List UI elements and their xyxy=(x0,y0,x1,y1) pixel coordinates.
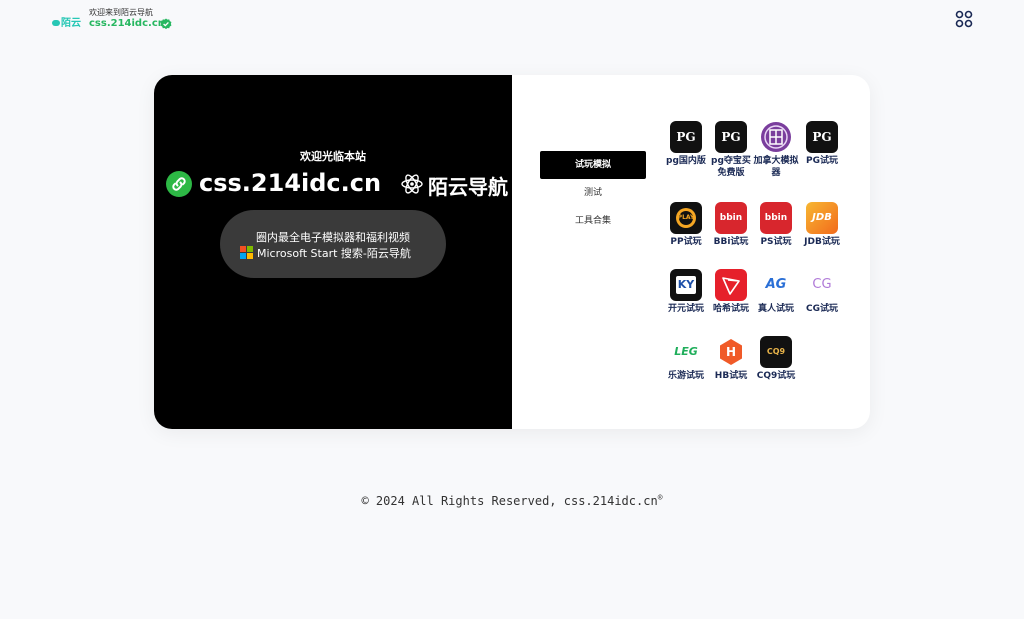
app-label: PP试玩 xyxy=(670,237,702,247)
welcome-text: 欢迎来到陌云导航 xyxy=(89,8,153,17)
app-jdb-trial[interactable]: JDB JDB试玩 xyxy=(799,202,845,248)
ky-icon: KY xyxy=(670,269,702,301)
app-label: 真人试玩 xyxy=(757,304,794,314)
hb-icon: H xyxy=(715,336,747,368)
pg-logo-icon: PG xyxy=(806,121,838,153)
copyright-text: © 2024 All Rights Reserved, css.214idc.c… xyxy=(361,494,658,508)
leg-icon: LEG xyxy=(670,336,702,368)
app-pg-trial[interactable]: PG PG试玩 xyxy=(799,121,845,167)
app-label: pg夺宝买免费版 xyxy=(711,156,751,178)
app-leyou-trial[interactable]: LEG 乐游试玩 xyxy=(663,336,709,382)
app-hash-trial[interactable]: 哈希试玩 xyxy=(708,269,754,315)
app-label: CG试玩 xyxy=(806,304,838,314)
app-bbi-trial[interactable]: bbin BBi试玩 xyxy=(708,202,754,248)
app-cg-trial[interactable]: CG CG试玩 xyxy=(799,269,845,315)
app-grid: PG pg国内版 PG pg夺宝买免费版 加拿大模拟器 PG PG试玩 PLAY… xyxy=(154,75,870,429)
bbin-icon: bbin xyxy=(760,202,792,234)
app-label: BBi试玩 xyxy=(713,237,749,247)
pg-logo-icon: PG xyxy=(715,121,747,153)
cq9-icon: CQ9 xyxy=(760,336,792,368)
registered-mark: ® xyxy=(657,493,663,502)
app-pg-domestic[interactable]: PG pg国内版 xyxy=(663,121,709,167)
cg-icon: CG xyxy=(806,269,838,301)
app-live-trial[interactable]: AG 真人试玩 xyxy=(753,269,799,315)
app-label: 开元试玩 xyxy=(667,304,704,314)
top-header: 陌云 欢迎来到陌云导航 css.214idc.cn xyxy=(0,0,1024,40)
pg-logo-icon: PG xyxy=(670,121,702,153)
app-label: CQ9试玩 xyxy=(756,371,796,381)
app-ps-trial[interactable]: bbin PS试玩 xyxy=(753,202,799,248)
ag-icon: AG xyxy=(760,269,792,301)
app-label: HB试玩 xyxy=(714,371,748,381)
apps-grid-icon[interactable] xyxy=(955,10,973,28)
app-canada-simulator[interactable]: 加拿大模拟器 xyxy=(753,121,799,179)
verified-badge-icon xyxy=(160,18,172,30)
footer-copyright: © 2024 All Rights Reserved, css.214idc.c… xyxy=(0,493,1024,508)
app-pg-treasure[interactable]: PG pg夺宝买免费版 xyxy=(708,121,754,179)
app-kaiyuan-trial[interactable]: KY 开元试玩 xyxy=(663,269,709,315)
app-cq9-trial[interactable]: CQ9 CQ9试玩 xyxy=(753,336,799,382)
app-label: PG试玩 xyxy=(806,156,838,166)
app-label: 乐游试玩 xyxy=(667,371,704,381)
tron-icon xyxy=(715,269,747,301)
app-label: 加拿大模拟器 xyxy=(753,156,799,178)
app-label: pg国内版 xyxy=(666,156,706,166)
pp-play-icon: PLAY xyxy=(670,202,702,234)
app-hb-trial[interactable]: H HB试玩 xyxy=(708,336,754,382)
site-logo[interactable]: 陌云 xyxy=(52,14,81,29)
jdb-icon: JDB xyxy=(806,202,838,234)
site-domain[interactable]: css.214idc.cn xyxy=(89,18,165,29)
main-card: 欢迎光临本站 css.214idc.cn 陌云导航 圈内最全电子模拟器和福利视频… xyxy=(154,75,870,429)
logo-mark-icon xyxy=(52,20,60,26)
bbin-icon: bbin xyxy=(715,202,747,234)
app-label: 哈希试玩 xyxy=(712,304,749,314)
app-pp-trial[interactable]: PLAY PP试玩 xyxy=(663,202,709,248)
app-label: PS试玩 xyxy=(760,237,792,247)
app-label: JDB试玩 xyxy=(804,237,840,247)
canada-seal-icon xyxy=(760,121,792,153)
